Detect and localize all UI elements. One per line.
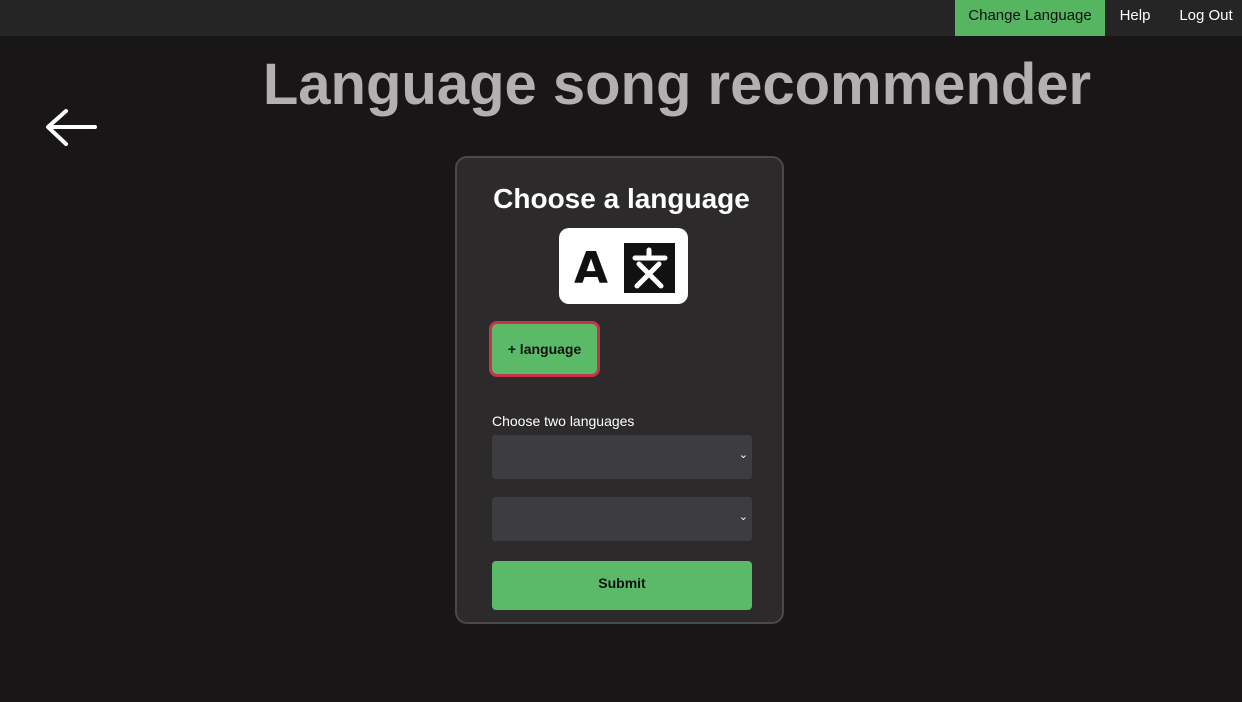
- nav-change-language[interactable]: Change Language: [955, 0, 1105, 36]
- chevron-down-icon: ⌄: [738, 511, 748, 523]
- nav-help[interactable]: Help: [1110, 0, 1160, 36]
- submit-button[interactable]: Submit: [492, 561, 752, 610]
- language-card: Choose a language A + language Choose tw…: [455, 156, 784, 624]
- add-language-button[interactable]: + language: [489, 321, 600, 377]
- card-title: Choose a language: [493, 183, 750, 214]
- nav-log-out[interactable]: Log Out: [1168, 0, 1242, 36]
- page-title: Language song recommender: [262, 52, 1092, 117]
- language-select-2[interactable]: ⌄: [492, 497, 752, 541]
- choose-languages-label: Choose two languages: [492, 413, 635, 429]
- svg-text:A: A: [574, 243, 608, 294]
- language-select-1[interactable]: ⌄: [492, 435, 752, 479]
- top-navbar: Change Language Help Log Out: [0, 0, 1242, 36]
- chevron-down-icon: ⌄: [738, 449, 748, 461]
- translate-icon: A: [559, 228, 688, 304]
